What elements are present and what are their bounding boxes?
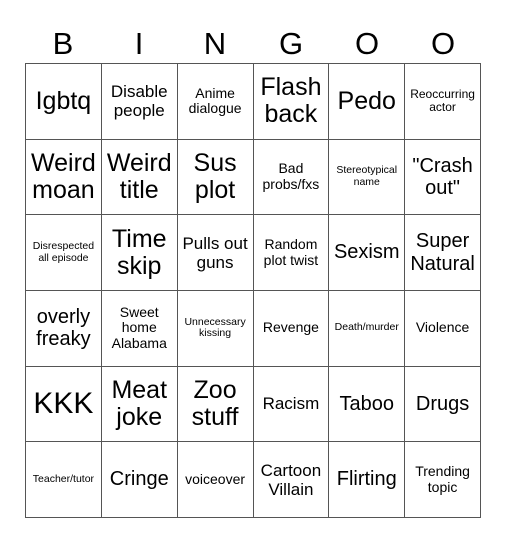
- bingo-cell[interactable]: Weird moan: [26, 139, 102, 216]
- bingo-cell[interactable]: Weird title: [101, 139, 178, 216]
- bingo-cell[interactable]: Teacher/tutor: [26, 442, 102, 518]
- bingo-cell[interactable]: Meat joke: [101, 366, 178, 443]
- bingo-cell[interactable]: Violence: [405, 290, 481, 367]
- bingo-cell[interactable]: Anime dialogue: [177, 64, 254, 140]
- bingo-cell[interactable]: "Crash out": [405, 139, 481, 216]
- bingo-cell[interactable]: Racism: [253, 366, 330, 443]
- bingo-cell[interactable]: Igbtq: [26, 64, 102, 140]
- bingo-cell[interactable]: Zoo stuff: [177, 366, 254, 443]
- bingo-cell[interactable]: overly freaky: [26, 290, 102, 367]
- bingo-cell[interactable]: Stereotypical name: [329, 139, 406, 216]
- bingo-cell[interactable]: Cringe: [101, 442, 178, 518]
- bingo-cell[interactable]: Revenge: [253, 290, 330, 367]
- bingo-cell[interactable]: voiceover: [177, 442, 254, 518]
- header-letter: B: [52, 26, 74, 61]
- bingo-cell[interactable]: Reoccurring actor: [405, 64, 481, 140]
- bingo-cell[interactable]: Taboo: [329, 366, 406, 443]
- bingo-cell[interactable]: Super Natural: [405, 215, 481, 291]
- bingo-cell[interactable]: KKK: [26, 366, 102, 443]
- header-letter: G: [278, 26, 304, 61]
- bingo-cell[interactable]: Time skip: [101, 215, 178, 291]
- bingo-cell[interactable]: Sexism: [329, 215, 406, 291]
- bingo-cell[interactable]: Cartoon Villain: [253, 442, 330, 518]
- bingo-cell[interactable]: Death/murder: [329, 290, 406, 367]
- bingo-cell[interactable]: Disrespected all episode: [26, 215, 102, 291]
- bingo-cell[interactable]: Sweet home Alabama: [101, 290, 178, 367]
- bingo-cell[interactable]: Random plot twist: [253, 215, 330, 291]
- header-letter: O: [354, 26, 380, 61]
- bingo-cell[interactable]: Bad probs/fxs: [253, 139, 330, 216]
- bingo-cell[interactable]: Pedo: [329, 64, 406, 140]
- bingo-cell[interactable]: Sus plot: [177, 139, 254, 216]
- header-letter: O: [430, 26, 456, 61]
- header-letter: N: [203, 26, 227, 61]
- bingo-cell[interactable]: Disable people: [101, 64, 178, 140]
- header-letter: I: [134, 26, 144, 61]
- bingo-cell[interactable]: Trending topic: [405, 442, 481, 518]
- bingo-cell[interactable]: Pulls out guns: [177, 215, 254, 291]
- bingo-cell[interactable]: Flirting: [329, 442, 406, 518]
- bingo-cell[interactable]: Drugs: [405, 366, 481, 443]
- bingo-header: B I N G O O: [25, 24, 481, 64]
- bingo-cell[interactable]: Flash back: [253, 64, 330, 140]
- bingo-grid: Igbtq Disable people Anime dialogue Flas…: [25, 63, 481, 518]
- bingo-cell[interactable]: Unnecessary kissing: [177, 290, 254, 367]
